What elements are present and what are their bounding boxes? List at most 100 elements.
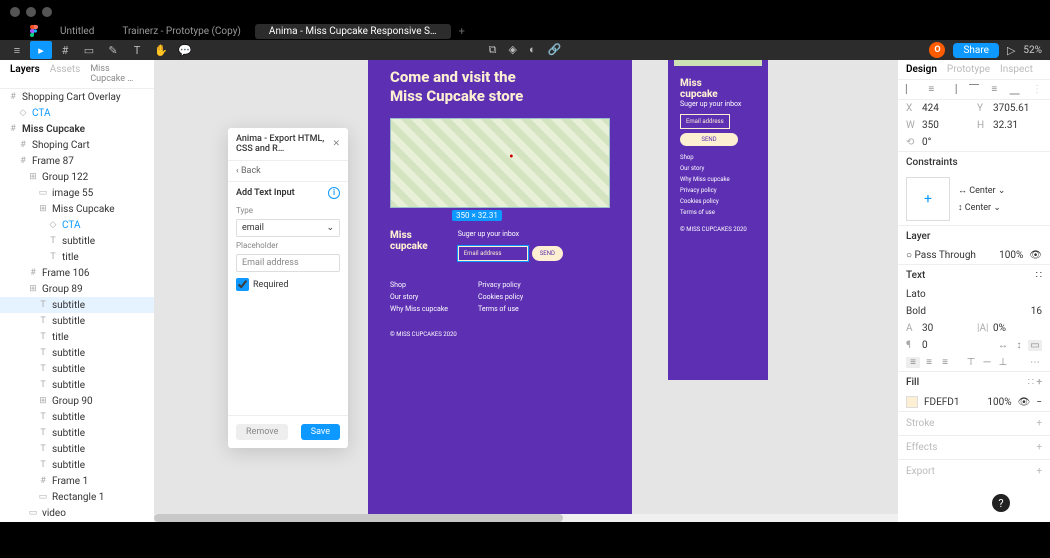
comment-tool[interactable]: 💬 [174,41,196,59]
eye-icon[interactable]: 👁 [1018,397,1031,408]
design-tab[interactable]: Design [906,64,937,75]
layer-item[interactable]: #Miss Cupcake [0,121,154,137]
paragraph[interactable]: 0 [922,340,990,351]
layer-item[interactable]: #Frame 87 [0,153,154,169]
footer-link[interactable]: Privacy policy [680,187,756,194]
fill-opacity[interactable]: 100% [987,397,1011,408]
layer-item[interactable]: ◇CTA [0,217,154,233]
footer-link[interactable]: Why Miss cupcake [390,305,448,313]
page-crumb[interactable]: Miss Cupcake … [90,64,144,84]
footer-link[interactable]: Our story [680,165,756,172]
style-icon[interactable]: ∷ [1036,270,1042,281]
required-checkbox[interactable] [236,278,249,291]
fill-hex[interactable]: FDEFD1 [924,397,981,408]
design-frame-mobile[interactable]: Misscupcake Suger up your inbox Email ad… [668,60,768,380]
close-icon[interactable]: ✕ [332,139,340,149]
footer-link[interactable]: Cookies policy [478,293,523,301]
hand-tool[interactable]: ✋ [150,41,172,59]
assets-tab[interactable]: Assets [50,64,81,84]
footer-link[interactable]: Privacy policy [478,281,523,289]
align-controls[interactable]: ⎸≡⎹⎺≡⎽⋮ [898,80,1050,100]
layer-item[interactable]: Tsubtitle [0,441,154,457]
info-icon[interactable]: i [328,187,340,199]
type-select[interactable]: email⌄ [236,219,340,237]
prototype-tab[interactable]: Prototype [947,64,990,75]
frame-tool[interactable]: # [54,41,76,59]
move-tool[interactable]: ▸ [30,41,52,59]
inspect-tab[interactable]: Inspect [1000,64,1033,75]
h-constraint[interactable]: ↔ Center ⌄ [958,185,1005,196]
footer-link[interactable]: Our story [390,293,448,301]
text-tool[interactable]: T [126,41,148,59]
footer-link[interactable]: Terms of use [478,305,523,313]
y-input[interactable]: 3705.61 [993,103,1042,114]
present-button[interactable]: ▷ [1007,44,1015,57]
add-fill[interactable]: + [1036,377,1042,388]
eye-icon[interactable]: 👁 [1029,250,1042,261]
footer-link[interactable]: Why Miss cupcake [680,176,756,183]
layer-item[interactable]: ⊞Group 88 [0,521,154,522]
layer-item[interactable]: #Frame 1 [0,473,154,489]
layer-item[interactable]: Tsubtitle [0,361,154,377]
v-constraint[interactable]: ↕ Center ⌄ [958,202,1005,213]
pen-tool[interactable]: ✎ [102,41,124,59]
footer-link[interactable]: Terms of use [680,209,756,216]
send-button-sm[interactable]: SEND [680,133,738,146]
layers-tab[interactable]: Layers [10,64,40,84]
rotation-input[interactable]: 0° [922,137,1042,148]
layer-item[interactable]: Tsubtitle [0,297,154,313]
footer-link[interactable]: Cookies policy [680,198,756,205]
layer-item[interactable]: #Shopping Cart Overlay [0,89,154,105]
layer-item[interactable]: ▭video [0,505,154,521]
font-family[interactable]: Lato [906,289,1042,300]
add-effect[interactable]: + [1036,442,1042,453]
email-input-sm[interactable]: Email address [680,114,730,129]
layer-item[interactable]: #Frame 106 [0,265,154,281]
layer-item[interactable]: ⊞Group 90 [0,393,154,409]
add-export[interactable]: + [1036,466,1042,477]
component-icon[interactable]: ◈ [509,43,517,57]
constraint-widget[interactable] [906,177,950,221]
layer-item[interactable]: ◇CTA [0,105,154,121]
layer-item[interactable]: Tsubtitle [0,425,154,441]
layer-item[interactable]: Tsubtitle [0,233,154,249]
opacity[interactable]: 100% [999,250,1023,261]
footer-link[interactable]: Shop [680,154,756,161]
fill-swatch[interactable] [906,396,918,408]
crop-icon[interactable]: ⧉ [489,43,497,57]
remove-fill[interactable]: − [1036,397,1042,408]
layer-item[interactable]: #Shoping Cart [0,137,154,153]
email-input-selected[interactable]: Email address [458,246,528,261]
letter-spacing[interactable]: 0% [993,323,1042,334]
back-button[interactable]: ‹ Back [228,161,348,182]
link-icon[interactable]: 🔗 [548,43,562,57]
send-button[interactable]: SEND [532,246,563,261]
font-size[interactable]: 16 [1031,306,1042,317]
menu-button[interactable]: ≡ [6,41,28,59]
design-frame-desktop[interactable]: Come and visit the Miss Cupcake store Mi… [368,60,632,522]
layer-item[interactable]: ⊞Group 89 [0,281,154,297]
text-align-row[interactable]: ≡≡≡⊤─⊥⋯ [898,354,1050,371]
share-button[interactable]: Share [953,43,998,58]
zoom-level[interactable]: 52% [1023,45,1042,56]
layer-item[interactable]: ⊞Miss Cupcake [0,201,154,217]
layer-item[interactable]: Ttitle [0,329,154,345]
layer-item[interactable]: Tsubtitle [0,345,154,361]
tab-trainerz[interactable]: Trainerz - Prototype (Copy) [108,24,255,39]
add-tab-button[interactable]: + [451,25,473,38]
font-weight[interactable]: Bold [906,306,1025,317]
footer-link[interactable]: Shop [390,281,448,289]
layer-item[interactable]: Tsubtitle [0,313,154,329]
h-input[interactable]: 32.31 [993,120,1042,131]
tab-untitled[interactable]: Untitled [46,24,108,39]
mask-icon[interactable]: ◐ [529,43,536,57]
style-picker[interactable]: ∷ [1028,377,1034,388]
add-stroke[interactable]: + [1036,418,1042,429]
layer-item[interactable]: ▭Rectangle 1 [0,489,154,505]
horizontal-scrollbar[interactable] [154,514,898,522]
layer-item[interactable]: Tsubtitle [0,377,154,393]
blend-mode[interactable]: ○ Pass Through [906,250,976,261]
layer-item[interactable]: ▭image 55 [0,185,154,201]
placeholder-input[interactable]: Email address [236,254,340,272]
line-height[interactable]: 30 [922,323,971,334]
